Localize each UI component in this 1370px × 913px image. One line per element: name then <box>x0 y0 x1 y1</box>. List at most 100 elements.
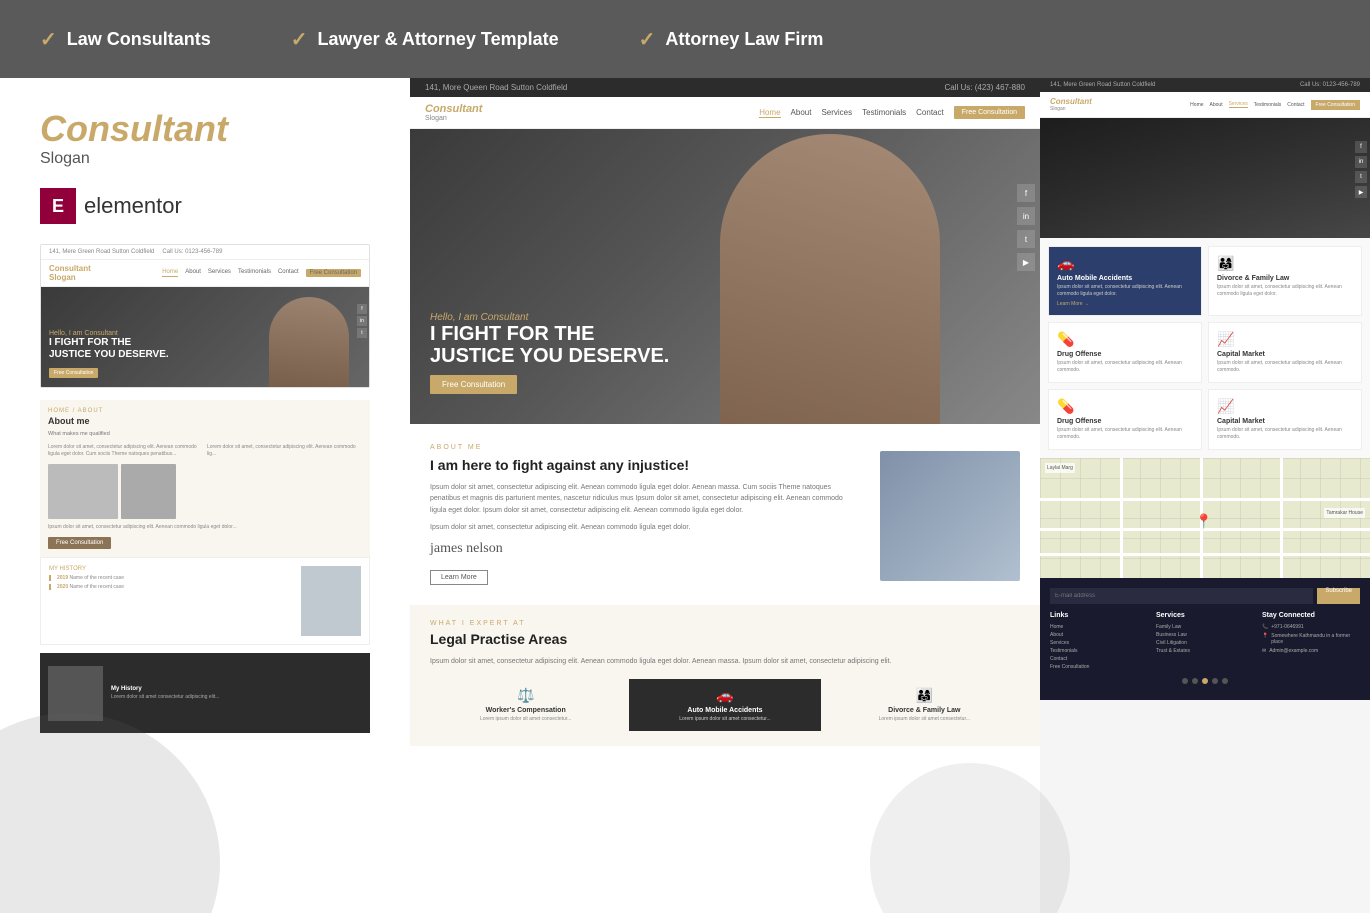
check-icon-1: ✓ <box>40 27 57 52</box>
top-bar-label-3: Attorney Law Firm <box>665 29 823 50</box>
pc-nav-cta[interactable]: Free Consultation <box>306 269 361 277</box>
cp-navbar: Consultant Slogan Home About Services Te… <box>410 97 1040 129</box>
rp-nav-cta[interactable]: Free Consultation <box>1311 100 1360 110</box>
social-tw[interactable]: t <box>1017 230 1035 248</box>
cp-about-title: I am here to fight against any injustice… <box>430 456 860 474</box>
cp-phone: Call Us: (423) 467-880 <box>945 83 1025 92</box>
cp-pc-text-3: Lorem ipsum dolor sit amet consectetur..… <box>833 716 1016 723</box>
main-area: Consultant Slogan E elementor 141, Mere … <box>0 78 1370 913</box>
rp-sc-link-1[interactable]: Learn More → <box>1057 301 1193 307</box>
rp-social-tw[interactable]: t <box>1355 171 1367 183</box>
cp-about-inner: I am here to fight against any injustice… <box>430 451 1020 585</box>
rp-social-in[interactable]: in <box>1355 156 1367 168</box>
rp-hero-social: f in t ▶ <box>1352 138 1370 201</box>
rp-footer-link-services[interactable]: Services <box>1050 640 1148 646</box>
timeline-year-1: 2019 <box>57 575 68 581</box>
rp-map-label-1: Laylai Marg <box>1045 463 1075 473</box>
top-bar-label-1: Law Consultants <box>67 29 211 50</box>
rp-footer-link-contact[interactable]: Contact <box>1050 656 1148 662</box>
preview-about-label: HOME / ABOUT <box>48 408 362 414</box>
cp-practice-card-1: ⚖️ Worker's Compensation Lorem ipsum dol… <box>430 679 621 731</box>
cp-nav-cta[interactable]: Free Consultation <box>954 106 1025 119</box>
cp-nav-testimonials[interactable]: Testimonials <box>862 108 906 117</box>
rp-sc-title-3: Drug Offense <box>1057 351 1193 358</box>
brand-slogan: Slogan <box>40 150 370 168</box>
cp-hero-content: Hello, I am Consultant I FIGHT FOR THE J… <box>410 292 689 424</box>
preview-img-2 <box>121 464 176 519</box>
rp-dot-1[interactable] <box>1182 678 1188 684</box>
rp-social-yt[interactable]: ▶ <box>1355 186 1367 198</box>
rp-footer-email-text: Admin@example.com <box>1269 648 1318 654</box>
cp-practice-cards: ⚖️ Worker's Compensation Lorem ipsum dol… <box>430 679 1020 731</box>
rp-road-h3 <box>1040 553 1370 556</box>
rp-footer-svc-business[interactable]: Business Law <box>1156 632 1254 638</box>
rp-footer-email-input[interactable] <box>1050 588 1313 604</box>
rp-sc-title-6: Capital Market <box>1217 418 1353 425</box>
right-panel: 141, Mere Green Road Sutton Coldfield Ca… <box>1040 78 1370 913</box>
rp-service-card-6: 📈 Capital Market Ipsum dolor sit amet, c… <box>1208 389 1362 450</box>
rp-footer-link-testimonials[interactable]: Testimonials <box>1050 648 1148 654</box>
rp-service-card-3: 💊 Drug Offense Ipsum dolor sit amet, con… <box>1048 322 1202 383</box>
pc-nav-services: Services <box>208 269 231 277</box>
social-yt[interactable]: ▶ <box>1017 253 1035 271</box>
brand-title: Consultant <box>40 108 370 150</box>
preview-card-header: 141, Mere Green Road Sutton Coldfield Ca… <box>41 245 369 260</box>
phone-icon: 📞 <box>1262 624 1268 630</box>
rp-social-fb[interactable]: f <box>1355 141 1367 153</box>
rp-footer-link-about[interactable]: About <box>1050 632 1148 638</box>
rp-nav-home[interactable]: Home <box>1190 102 1203 108</box>
preview-card-nav-hero: 141, Mere Green Road Sutton Coldfield Ca… <box>40 244 370 388</box>
check-icon-3: ✓ <box>639 27 656 52</box>
rp-footer-address: 📍 Somewhere Kathmandu in a former place <box>1262 633 1360 645</box>
rp-nav-services[interactable]: Services <box>1229 101 1248 108</box>
cp-hero-cta[interactable]: Free Consultation <box>430 375 517 394</box>
cp-nav-contact[interactable]: Contact <box>916 108 944 117</box>
rp-footer-search: Subscribe <box>1050 588 1360 604</box>
left-bottom-text: My History Lorem dolor sit amet consecte… <box>111 686 362 701</box>
cp-practice-label: WHAT I EXPERT AT <box>430 620 1020 627</box>
rp-dot-3[interactable] <box>1202 678 1208 684</box>
rp-nav-contact[interactable]: Contact <box>1287 102 1304 108</box>
rp-nav-testimonials[interactable]: Testimonials <box>1254 102 1282 108</box>
rp-footer-svc-civil[interactable]: Civil Litigation <box>1156 640 1254 646</box>
rp-footer-link-consultation[interactable]: Free Consultation <box>1050 664 1148 670</box>
cp-learn-btn[interactable]: Learn More <box>430 570 488 585</box>
cp-nav-services[interactable]: Services <box>821 108 852 117</box>
rp-sc-title-2: Divorce & Family Law <box>1217 275 1353 282</box>
pc-address: 141, Mere Green Road Sutton Coldfield <box>49 249 154 255</box>
rp-road-h1 <box>1040 498 1370 501</box>
rp-footer-svc-trust[interactable]: Trust & Estates <box>1156 648 1254 654</box>
preview-bottom-text: Ipsum dolor sit amet, consectetur adipis… <box>48 524 362 531</box>
rp-footer-services-title: Services <box>1156 612 1254 619</box>
cp-nav-about[interactable]: About <box>791 108 812 117</box>
preview-cta-btn[interactable]: Free Consultation <box>48 537 111 549</box>
rp-capital-market-icon-1: 📈 <box>1217 331 1353 348</box>
cp-practice-card-3: 👨‍👩‍👧 Divorce & Family Law Lorem ipsum d… <box>829 679 1020 731</box>
cp-topbar: 141, More Queen Road Sutton Coldfield Ca… <box>410 78 1040 97</box>
rp-footer-subscribe-btn[interactable]: Subscribe <box>1317 588 1360 604</box>
rp-footer-link-home[interactable]: Home <box>1050 624 1148 630</box>
cp-hero-social: f in t ▶ <box>1012 179 1040 276</box>
rp-map-pin: 📍 <box>1195 513 1212 530</box>
cp-nav-home[interactable]: Home <box>759 108 780 118</box>
cp-practice-card-2: 🚗 Auto Mobile Accidents Lorem ipsum dolo… <box>629 679 820 731</box>
workers-comp-icon: ⚖️ <box>434 687 617 704</box>
rp-nav-about[interactable]: About <box>1210 102 1223 108</box>
cp-brand-block: Consultant Slogan <box>425 103 482 122</box>
preview-images-row <box>48 464 362 519</box>
rp-service-card-5: 💊 Drug Offense Ipsum dolor sit amet, con… <box>1048 389 1202 450</box>
social-fb-left: f <box>357 304 367 314</box>
social-in[interactable]: in <box>1017 207 1035 225</box>
preview-history-inner: My History 2019 Name of the recent case … <box>49 566 361 636</box>
rp-dot-2[interactable] <box>1192 678 1198 684</box>
rp-dot-4[interactable] <box>1212 678 1218 684</box>
preview-hero-btn[interactable]: Free Consultation <box>49 368 98 378</box>
cp-practice-body: Ipsum dolor sit amet, consectetur adipis… <box>430 657 1020 668</box>
rp-family-law-icon: 👨‍👩‍👧 <box>1217 255 1353 272</box>
preview-about-text-block2: Lorem dolor sit amet, consectetur adipis… <box>207 444 362 458</box>
rp-capital-market-icon-2: 📈 <box>1217 398 1353 415</box>
preview-about-text-block: Lorem dolor sit amet, consectetur adipis… <box>48 444 203 458</box>
social-fb[interactable]: f <box>1017 184 1035 202</box>
rp-footer-svc-family[interactable]: Family Law <box>1156 624 1254 630</box>
rp-dot-5[interactable] <box>1222 678 1228 684</box>
